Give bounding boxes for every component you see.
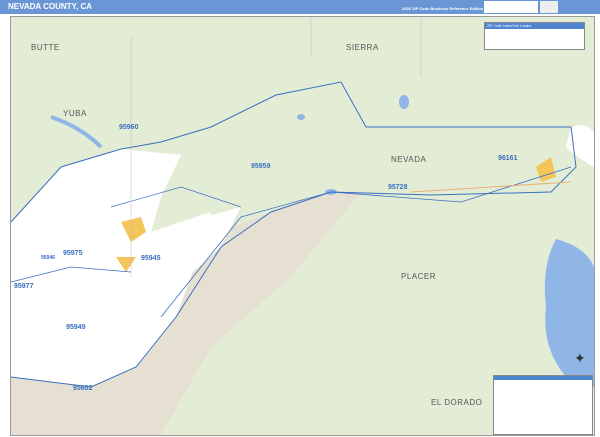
county-label-sierra: SIERRA xyxy=(346,43,379,52)
map-canvas[interactable]: BUTTE SIERRA YUBA NEVADA PLACER EL DORAD… xyxy=(10,16,595,436)
publisher-logo xyxy=(484,1,538,13)
zip-label: 95977 xyxy=(14,283,34,290)
legend-header xyxy=(494,376,592,380)
county-label-el-dorado: EL DORADO xyxy=(431,398,483,407)
zip-label: 95945 xyxy=(141,255,161,262)
zip-label: 95946 xyxy=(41,255,55,261)
map-title: NEVADA COUNTY, CA xyxy=(8,2,93,11)
county-label-placer: PLACER xyxy=(401,272,437,281)
header-bar: NEVADA COUNTY, CA 2026 ZIP Code Business… xyxy=(0,0,600,14)
zip-index-title: ZIP Code Index/Grid Locator xyxy=(485,23,584,29)
zip-index-table: ZIP Code Index/Grid Locator xyxy=(484,22,585,50)
publisher-badge xyxy=(540,1,558,13)
map-legend xyxy=(493,375,593,435)
county-label-butte: BUTTE xyxy=(31,43,60,52)
county-label-nevada: NEVADA xyxy=(391,155,427,164)
county-label-yuba: YUBA xyxy=(63,109,87,118)
zip-label: 95975 xyxy=(63,250,83,257)
map-subtitle: 2026 ZIP Code Business Reference Edition xyxy=(402,6,484,11)
zip-label: 96161 xyxy=(498,155,518,162)
zip-label: 95602 xyxy=(73,385,93,392)
zip-label: 95960 xyxy=(119,124,139,131)
zip-label: 95959 xyxy=(251,163,271,170)
map-shapes xyxy=(11,17,594,435)
compass-rose-icon: ✦ xyxy=(574,350,586,366)
zip-label: 95949 xyxy=(66,324,86,331)
zip-label: 95728 xyxy=(388,184,408,191)
